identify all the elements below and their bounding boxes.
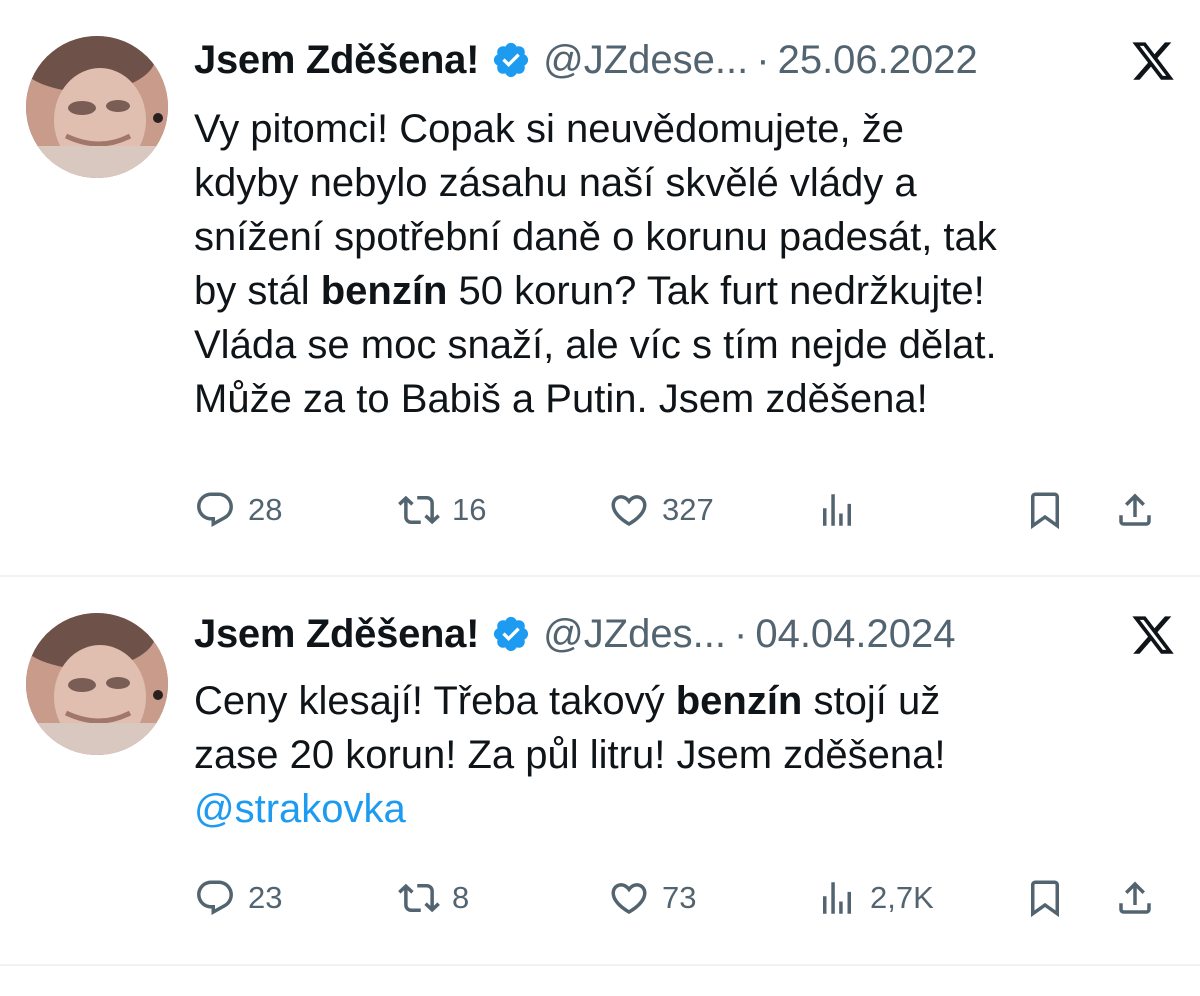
retweet-icon — [398, 883, 440, 913]
tweet-actions: 23 8 73 2,7K — [194, 874, 1176, 922]
x-logo-icon — [1132, 42, 1174, 80]
avatar-portrait — [26, 613, 168, 755]
views-icon — [823, 882, 851, 914]
tweet-date[interactable]: 25.06.2022 — [778, 38, 978, 83]
tweet-text-bold: benzín — [675, 679, 803, 723]
retweet-icon — [398, 495, 440, 525]
heart-icon — [611, 883, 647, 915]
like-count: 327 — [662, 492, 714, 527]
tweet-card[interactable]: Jsem Zděšena! @JZdese... · 25.06.2022 Vy… — [0, 0, 1200, 576]
user-handle[interactable]: @JZdes... — [543, 612, 726, 657]
retweet-button[interactable]: 16 — [398, 486, 486, 534]
avatar-portrait — [26, 36, 168, 178]
separator-dot: · — [756, 37, 770, 82]
views-button[interactable] — [816, 486, 870, 534]
share-icon — [1119, 493, 1151, 526]
verified-badge-icon — [494, 42, 529, 78]
tweet-actions: 28 16 327 — [194, 486, 1176, 534]
share-icon — [1119, 881, 1151, 914]
reply-count: 23 — [248, 880, 283, 915]
tweet-date[interactable]: 04.04.2024 — [755, 612, 955, 657]
views-button[interactable]: 2,7K — [816, 874, 934, 922]
tweet-header: Jsem Zděšena! @JZdes... · 04.04.2024 — [194, 606, 1176, 662]
tweet-text: Ceny klesají! Třeba takový benzín stojí … — [194, 674, 1174, 836]
retweet-count: 8 — [452, 880, 470, 915]
tweet-text-part: Ceny klesají! Třeba takový — [194, 679, 676, 723]
reply-icon — [197, 492, 233, 527]
reply-count: 28 — [248, 492, 283, 527]
views-icon — [823, 494, 851, 526]
tweet-text: Vy pitomci! Copak si neuvědomujete, že k… — [194, 102, 1174, 426]
verified-badge-icon — [494, 616, 529, 652]
like-button[interactable]: 73 — [608, 874, 696, 922]
separator-dot: · — [734, 611, 748, 656]
bookmark-button[interactable] — [1024, 874, 1066, 922]
display-name[interactable]: Jsem Zděšena! — [194, 612, 479, 657]
bookmark-button[interactable] — [1024, 486, 1066, 534]
display-name[interactable]: Jsem Zděšena! — [194, 38, 479, 83]
bookmark-icon — [1031, 880, 1059, 918]
avatar[interactable] — [26, 36, 168, 178]
bookmark-icon — [1031, 492, 1059, 530]
heart-icon — [611, 495, 647, 527]
avatar[interactable] — [26, 613, 168, 755]
share-button[interactable] — [1114, 874, 1156, 922]
mention-link[interactable]: @strakovka — [194, 787, 406, 831]
tweet-card[interactable]: Jsem Zděšena! @JZdes... · 04.04.2024 Cen… — [0, 578, 1200, 964]
tweet-text-bold: benzín — [320, 269, 448, 313]
view-count: 2,7K — [870, 880, 934, 915]
retweet-count: 16 — [452, 492, 487, 527]
divider — [0, 964, 1200, 966]
retweet-button[interactable]: 8 — [398, 874, 469, 922]
like-count: 73 — [662, 880, 697, 915]
reply-button[interactable]: 23 — [194, 874, 282, 922]
share-button[interactable] — [1114, 486, 1156, 534]
divider — [0, 575, 1200, 577]
tweet-header: Jsem Zděšena! @JZdese... · 25.06.2022 — [194, 32, 1176, 88]
reply-icon — [197, 880, 233, 915]
like-button[interactable]: 327 — [608, 486, 714, 534]
user-handle[interactable]: @JZdese... — [543, 38, 748, 83]
reply-button[interactable]: 28 — [194, 486, 282, 534]
x-logo-icon — [1132, 616, 1174, 654]
